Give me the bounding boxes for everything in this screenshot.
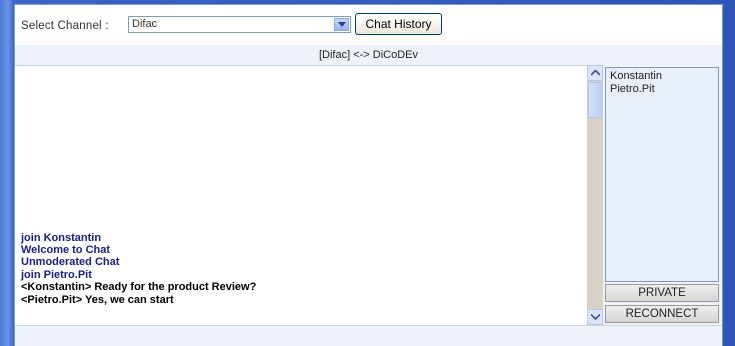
channel-toolbar: Select Channel : Difac Chat History xyxy=(15,5,722,45)
chevron-down-icon[interactable] xyxy=(334,18,349,31)
channel-select-value: Difac xyxy=(132,18,158,30)
chat-message: Welcome to Chat xyxy=(21,243,111,256)
scroll-down-icon[interactable] xyxy=(587,309,603,325)
user-list-item[interactable]: Pietro.Pit xyxy=(610,83,714,96)
private-button[interactable]: PRIVATE xyxy=(605,284,719,302)
channel-select[interactable]: Difac xyxy=(128,16,351,33)
message-list: join Konstantin Welcome to Chat Unmoderate… xyxy=(21,232,256,306)
user-list[interactable]: Konstantin Pietro.Pit xyxy=(605,67,719,282)
user-list-item[interactable]: Konstantin xyxy=(610,70,714,83)
select-channel-label: Select Channel : xyxy=(21,20,109,32)
chat-message: <Pietro.Pit> Yes, we can start xyxy=(21,293,174,306)
chat-scrollbar[interactable] xyxy=(587,65,603,325)
chat-message-area: join Konstantin Welcome to Chat Unmoderate… xyxy=(15,65,587,326)
chat-panel: Select Channel : Difac Chat History [Dif… xyxy=(14,4,723,346)
chat-message: Unmoderated Chat xyxy=(21,256,120,269)
scroll-thumb[interactable] xyxy=(588,82,602,118)
chat-message: join Konstantin xyxy=(21,231,102,244)
chat-message: <Konstantin> Ready for the product Revie… xyxy=(21,281,257,294)
message-input[interactable] xyxy=(15,325,722,346)
reconnect-button[interactable]: RECONNECT xyxy=(605,305,719,323)
chat-history-button[interactable]: Chat History xyxy=(355,13,442,35)
scroll-up-icon[interactable] xyxy=(587,65,603,81)
channel-title: [Difac] <-> DiCoDEv xyxy=(318,49,419,61)
chat-message: join Pietro.Pit xyxy=(21,268,92,281)
